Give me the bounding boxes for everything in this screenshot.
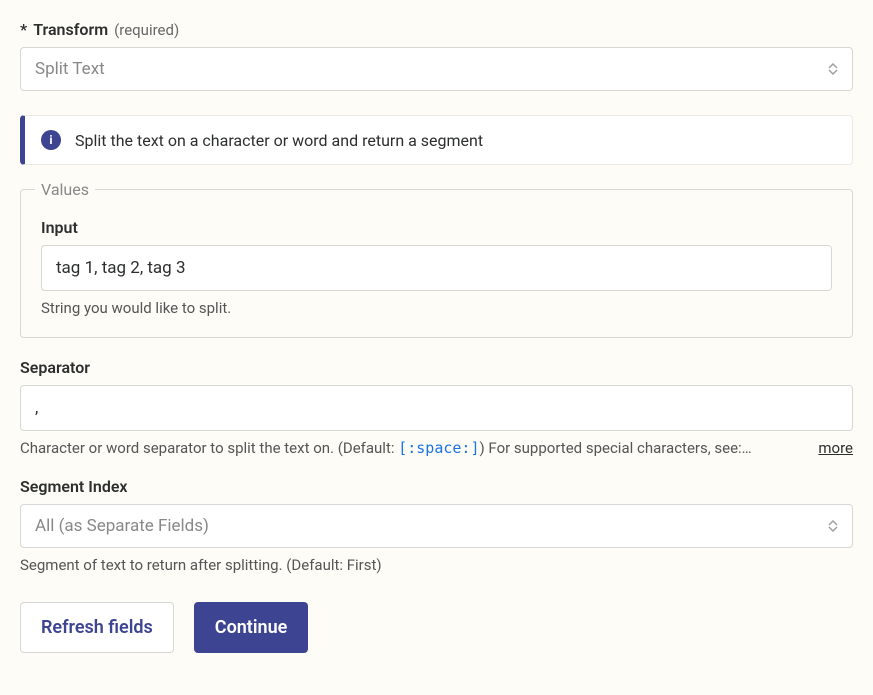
separator-label: Separator — [20, 358, 853, 377]
button-row: Refresh fields Continue — [20, 602, 853, 653]
separator-help-suffix: ) For supported special characters, see:… — [479, 439, 751, 457]
info-icon: i — [41, 130, 61, 150]
transform-select[interactable]: Split Text — [20, 47, 853, 91]
segment-help: Segment of text to return after splittin… — [20, 556, 853, 574]
info-text: Split the text on a character or word an… — [75, 131, 483, 150]
required-asterisk: * — [20, 20, 27, 39]
values-fieldset: Values Input String you would like to sp… — [20, 189, 853, 338]
more-link[interactable]: more — [818, 439, 853, 457]
info-icon-text: i — [49, 133, 52, 147]
input-field[interactable] — [41, 245, 832, 291]
info-banner: i Split the text on a character or word … — [20, 115, 853, 165]
continue-button[interactable]: Continue — [194, 602, 309, 653]
required-text: (required) — [114, 21, 179, 39]
segment-select-value: All (as Separate Fields) — [35, 516, 209, 536]
input-label: Input — [41, 218, 832, 237]
transform-select-value: Split Text — [35, 59, 105, 79]
values-legend: Values — [35, 180, 95, 199]
chevron-updown-icon — [828, 520, 838, 532]
segment-select[interactable]: All (as Separate Fields) — [20, 504, 853, 548]
separator-field[interactable] — [20, 385, 853, 431]
transform-label: Transform — [33, 20, 108, 39]
separator-help-code: [:space:] — [398, 439, 479, 457]
separator-help: Character or word separator to split the… — [20, 439, 752, 457]
refresh-fields-button[interactable]: Refresh fields — [20, 602, 174, 653]
segment-label: Segment Index — [20, 477, 853, 496]
transform-label-row: * Transform (required) — [20, 20, 853, 39]
chevron-updown-icon — [828, 63, 838, 75]
input-help: String you would like to split. — [41, 299, 832, 317]
separator-help-prefix: Character or word separator to split the… — [20, 439, 398, 457]
